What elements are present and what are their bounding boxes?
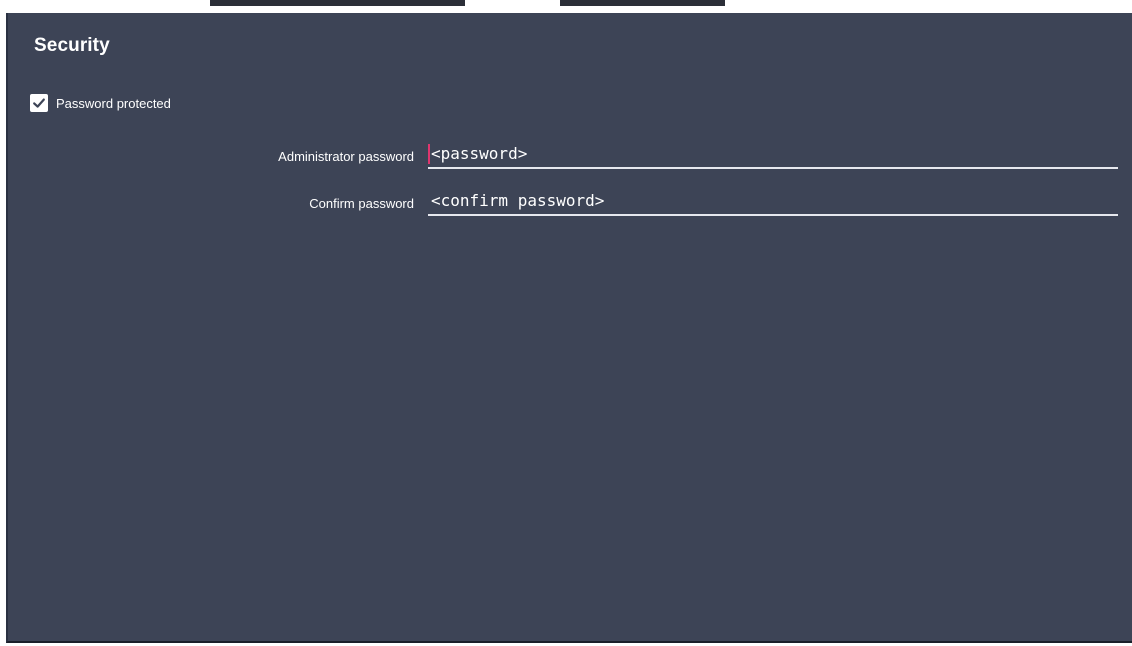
top-strip-segment: [210, 0, 465, 6]
password-protected-checkbox[interactable]: [30, 94, 48, 112]
security-panel: Security Password protected Administrato…: [6, 13, 1132, 643]
password-protected-label: Password protected: [56, 95, 171, 111]
admin-password-input[interactable]: <password>: [428, 141, 1118, 169]
checkmark-icon: [33, 98, 45, 108]
password-protected-toggle[interactable]: Password protected: [30, 93, 171, 113]
section-title: Security: [34, 35, 110, 56]
confirm-password-input[interactable]: <confirm password>: [428, 188, 1118, 216]
text-caret: [428, 144, 430, 164]
admin-password-value: <password>: [431, 144, 528, 163]
confirm-password-value: <confirm password>: [431, 191, 605, 210]
window: Security Password protected Administrato…: [0, 0, 1132, 646]
top-strip: [0, 0, 1132, 13]
top-strip-segment: [560, 0, 725, 6]
admin-password-label: Administrator password: [278, 149, 414, 164]
confirm-password-label: Confirm password: [309, 196, 414, 211]
